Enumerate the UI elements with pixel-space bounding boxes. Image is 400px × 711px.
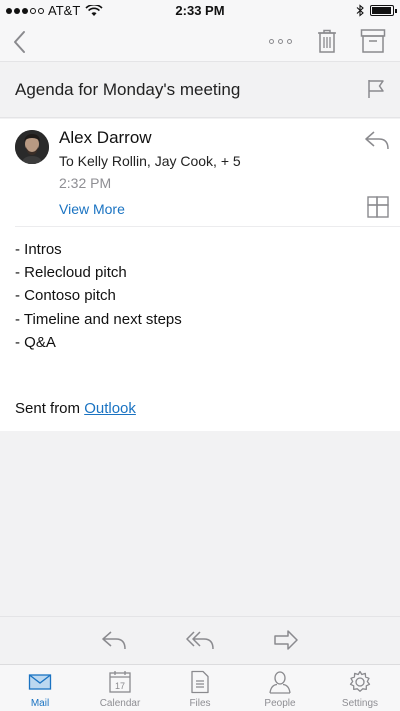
files-icon	[191, 670, 209, 694]
tab-people[interactable]: People	[240, 665, 320, 711]
archive-icon[interactable]	[360, 28, 386, 54]
tab-files[interactable]: Files	[160, 665, 240, 711]
battery-icon	[370, 5, 397, 16]
reply-icon[interactable]	[364, 129, 390, 151]
status-right	[356, 4, 397, 17]
recipients-line[interactable]: To Kelly Rollin, Jay Cook, + 5	[59, 153, 241, 169]
body-line: - Q&A	[15, 333, 56, 351]
reply-action-bar	[0, 616, 400, 664]
tab-label: Settings	[341, 698, 379, 709]
tab-label: Files	[189, 698, 211, 709]
body-line: - Relecloud pitch	[15, 264, 127, 282]
chevron-left-icon[interactable]	[10, 28, 30, 56]
outlook-link[interactable]: Outlook	[84, 400, 136, 417]
message-body: - Intros - Relecloud pitch - Contoso pit…	[15, 238, 182, 354]
status-bar: AT&T 2:33 PM	[0, 0, 400, 22]
trash-icon[interactable]	[316, 28, 338, 54]
subject-bar: Agenda for Monday's meeting	[0, 63, 400, 118]
top-toolbar	[0, 22, 400, 62]
gear-icon	[349, 670, 371, 692]
bluetooth-icon	[356, 4, 364, 17]
status-time: 2:33 PM	[175, 3, 225, 18]
avatar[interactable]	[15, 130, 49, 164]
signature: Sent from Outlook	[15, 400, 136, 417]
message-time: 2:32 PM	[59, 175, 112, 191]
signature-prefix: Sent from	[15, 400, 85, 417]
email-subject: Agenda for Monday's meeting	[15, 80, 241, 99]
tab-label: People	[264, 698, 296, 709]
tab-label: Mail	[30, 698, 50, 709]
body-line: - Timeline and next steps	[15, 310, 182, 328]
calendar-day: 17	[115, 681, 125, 691]
view-more-link[interactable]: View More	[59, 201, 125, 217]
add-ins-icon[interactable]	[367, 196, 389, 218]
more-dots-icon[interactable]	[269, 39, 292, 44]
calendar-icon: 17	[109, 671, 131, 693]
body-line: - Contoso pitch	[15, 287, 116, 305]
tab-label: Calendar	[99, 698, 141, 709]
header-divider	[15, 226, 400, 227]
forward-icon[interactable]	[273, 629, 299, 651]
body-line: - Intros	[15, 241, 62, 258]
mail-icon	[28, 674, 52, 690]
people-icon	[269, 671, 291, 694]
tab-bar: Mail 17 Calendar Files People Settings	[0, 664, 400, 711]
tab-mail[interactable]: Mail	[0, 665, 80, 711]
tab-calendar[interactable]: 17 Calendar	[80, 665, 160, 711]
tab-settings[interactable]: Settings	[320, 665, 400, 711]
sender-name[interactable]: Alex Darrow	[59, 128, 152, 148]
reply-all-icon[interactable]	[185, 629, 215, 651]
flag-icon[interactable]	[367, 79, 385, 99]
message-card: Alex Darrow To Kelly Rollin, Jay Cook, +…	[0, 119, 400, 431]
reply-icon[interactable]	[101, 629, 127, 651]
